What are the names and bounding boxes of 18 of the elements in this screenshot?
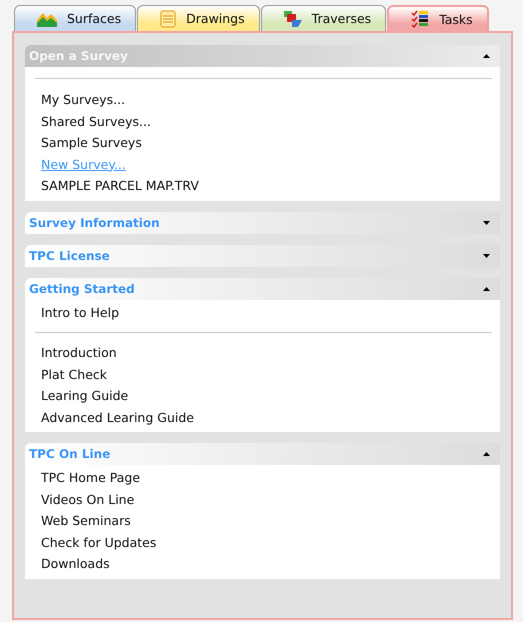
layers-icon [160,10,176,28]
task-item[interactable]: Web Seminars [41,510,131,532]
task-item[interactable]: Learing Guide [41,385,128,406]
mountain-icon [37,10,57,26]
tab[interactable]: Surfaces [14,5,136,31]
task-item[interactable]: Downloads [41,553,110,574]
task-item[interactable]: Check for Updates [41,532,156,553]
task-item[interactable]: TPC Home Page [41,467,140,488]
tab[interactable]: Tasks [387,5,489,31]
shapes-icon [284,10,302,26]
task-item[interactable]: Advanced Learing Guide [41,406,194,428]
task-item[interactable]: Videos On Line [41,488,134,510]
task-item[interactable]: Intro to Help [41,302,120,323]
tab[interactable]: Traverses [260,5,386,31]
task-item[interactable]: Plat Check [41,364,107,385]
task-item[interactable]: Introduction [41,342,117,364]
checklist-icon [411,10,430,28]
tab[interactable]: Drawings [137,5,260,31]
